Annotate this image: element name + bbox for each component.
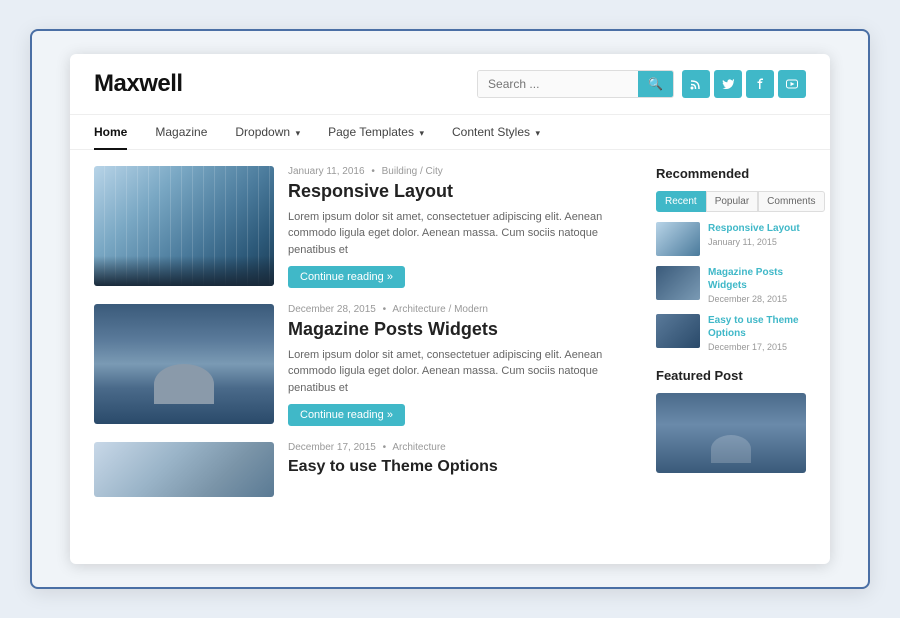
rec-text-2: Magazine Posts Widgets December 28, 2015 (708, 266, 806, 304)
rec-title-3[interactable]: Easy to use Theme Options (708, 314, 806, 340)
post-content-3: December 17, 2015 • Architecture Easy to… (288, 442, 636, 482)
search-input[interactable] (478, 71, 638, 97)
search-box: 🔍 (477, 70, 674, 98)
search-button[interactable]: 🔍 (638, 71, 673, 97)
rec-thumb-3 (656, 314, 700, 348)
rec-date-1: January 11, 2015 (708, 237, 806, 247)
post-excerpt-2: Lorem ipsum dolor sit amet, consectetuer… (288, 347, 636, 397)
recommended-section: Recommended Recent Popular Comments Resp… (656, 166, 806, 352)
rec-thumb-2 (656, 266, 700, 300)
featured-thumb (656, 393, 806, 473)
post-meta-2: December 28, 2015 • Architecture / Moder… (288, 304, 636, 315)
rec-image-1 (656, 222, 700, 256)
building-image (94, 166, 274, 286)
observatory-image (94, 304, 274, 424)
post-content-1: January 11, 2016 • Building / City Respo… (288, 166, 636, 288)
post-image-3 (94, 442, 274, 497)
featured-title: Featured Post (656, 368, 806, 383)
page-templates-arrow: ▾ (417, 128, 424, 138)
recommended-item-2: Magazine Posts Widgets December 28, 2015 (656, 266, 806, 304)
read-more-button-2[interactable]: Continue reading » (288, 404, 405, 426)
rec-thumb-1 (656, 222, 700, 256)
rec-text-3: Easy to use Theme Options December 17, 2… (708, 314, 806, 352)
facebook-icon[interactable] (746, 70, 774, 98)
browser-window: Maxwell 🔍 (70, 54, 830, 564)
nav-item-magazine[interactable]: Magazine (141, 115, 221, 149)
nav-item-home[interactable]: Home (94, 115, 141, 149)
youtube-icon[interactable] (778, 70, 806, 98)
featured-section: Featured Post (656, 368, 806, 473)
nav-item-page-templates[interactable]: Page Templates ▾ (314, 115, 438, 149)
featured-image (656, 393, 806, 473)
recommended-item-3: Easy to use Theme Options December 17, 2… (656, 314, 806, 352)
tab-comments[interactable]: Comments (758, 191, 824, 212)
recommended-title: Recommended (656, 166, 806, 181)
post-card-3: December 17, 2015 • Architecture Easy to… (94, 442, 636, 497)
rec-text-1: Responsive Layout January 11, 2015 (708, 222, 806, 247)
post-title-1[interactable]: Responsive Layout (288, 181, 636, 203)
dropdown-arrow: ▾ (293, 128, 300, 138)
post-card-2: December 28, 2015 • Architecture / Moder… (94, 304, 636, 426)
rec-title-2[interactable]: Magazine Posts Widgets (708, 266, 806, 292)
sidebar: Recommended Recent Popular Comments Resp… (656, 166, 806, 548)
site-title: Maxwell (94, 70, 183, 98)
header-right: 🔍 (477, 70, 806, 98)
post-meta-3: December 17, 2015 • Architecture (288, 442, 636, 453)
site-nav: Home Magazine Dropdown ▾ Page Templates … (70, 115, 830, 150)
rec-image-3 (656, 314, 700, 348)
post-excerpt-1: Lorem ipsum dolor sit amet, consectetuer… (288, 209, 636, 259)
rec-title-1[interactable]: Responsive Layout (708, 222, 806, 235)
tab-popular[interactable]: Popular (706, 191, 758, 212)
post-title-3[interactable]: Easy to use Theme Options (288, 457, 636, 476)
post-image-2 (94, 304, 274, 424)
site-header: Maxwell 🔍 (70, 54, 830, 115)
post-image-1 (94, 166, 274, 286)
twitter-icon[interactable] (714, 70, 742, 98)
social-icons (682, 70, 806, 98)
tab-recent[interactable]: Recent (656, 191, 706, 212)
main-content: January 11, 2016 • Building / City Respo… (70, 150, 830, 564)
nav-item-content-styles[interactable]: Content Styles ▾ (438, 115, 554, 149)
recommended-item-1: Responsive Layout January 11, 2015 (656, 222, 806, 256)
post-content-2: December 28, 2015 • Architecture / Moder… (288, 304, 636, 426)
post-card: January 11, 2016 • Building / City Respo… (94, 166, 636, 288)
read-more-button-1[interactable]: Continue reading » (288, 266, 405, 288)
rec-date-3: December 17, 2015 (708, 342, 806, 352)
post-title-2[interactable]: Magazine Posts Widgets (288, 319, 636, 341)
nav-item-dropdown[interactable]: Dropdown ▾ (221, 115, 314, 149)
tab-buttons: Recent Popular Comments (656, 191, 806, 212)
rec-image-2 (656, 266, 700, 300)
content-styles-arrow: ▾ (533, 128, 540, 138)
rss-icon[interactable] (682, 70, 710, 98)
posts-column: January 11, 2016 • Building / City Respo… (94, 166, 636, 548)
flowers-image (94, 442, 274, 497)
rec-date-2: December 28, 2015 (708, 294, 806, 304)
post-meta-1: January 11, 2016 • Building / City (288, 166, 636, 177)
outer-border: Maxwell 🔍 (30, 29, 870, 589)
